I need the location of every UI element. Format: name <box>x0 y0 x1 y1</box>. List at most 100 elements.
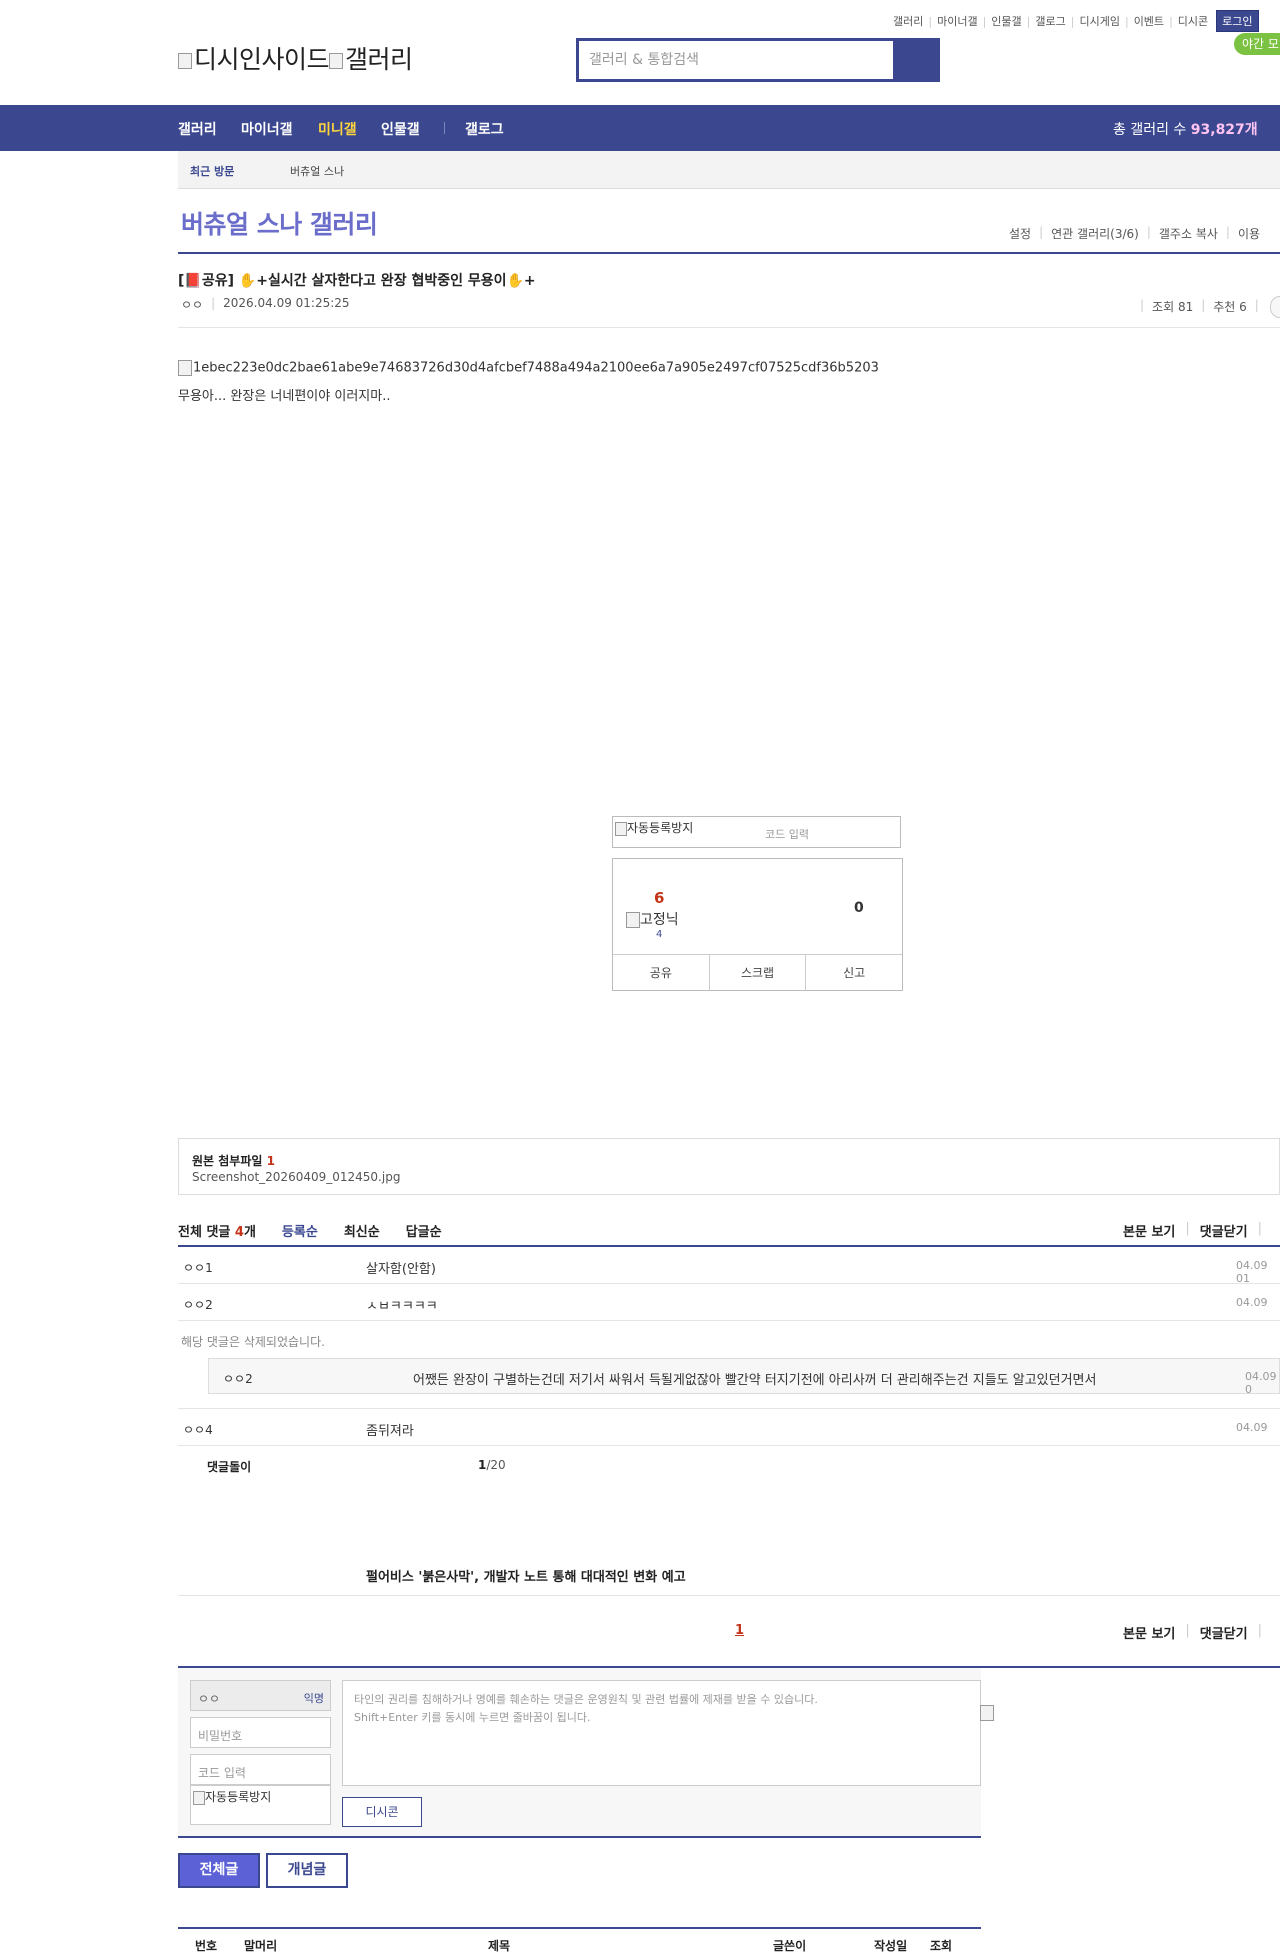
recent-visit-bar: 최근 방문 버츄얼 스나 <box>178 151 1280 189</box>
tab-best-posts[interactable]: 개념글 <box>266 1853 348 1888</box>
scrap-button[interactable]: 스크랩 <box>710 955 807 991</box>
comment-row: ㅇㅇ2 ㅅㅂㅋㅋㅋㅋ 04.09 <box>178 1284 1280 1321</box>
post-title: [📕공유] ✋+실시간 살자한다고 완장 협박중인 무용이✋+ <box>178 273 536 289</box>
reply-text: 어쨌든 완장이 구별하는건데 저기서 싸워서 득될게없잖아 빨간약 터지기전에 … <box>413 1373 1097 1388</box>
code-field[interactable]: 코드 입력 <box>190 1754 331 1785</box>
post-image: 1ebec223e0dc2bae61abe9e74683726d30d4afcb… <box>178 360 879 376</box>
post-header-divider <box>178 327 1280 328</box>
gallery-settings-link[interactable]: 설정 <box>1009 225 1031 242</box>
login-button[interactable]: 로그인 <box>1216 10 1259 32</box>
comment-date: 04.09 <box>1236 1296 1268 1309</box>
share-button[interactable]: 공유 <box>613 955 710 991</box>
downvote-count[interactable]: 0 <box>854 900 864 916</box>
gallery-title[interactable]: 버츄얼 스나 갤러리 <box>181 205 378 241</box>
total-gallery-count: 총 갤러리 수 93,827개 <box>1113 122 1258 138</box>
comment-date: 04.09 01 <box>1236 1259 1268 1285</box>
top-util-menu: 갤러리 | 마이너갤 | 인물갤 | 갤로그 | 디시게임 | 이벤트 | 디시콘 로그인 <box>893 10 1259 32</box>
comment-nick[interactable]: ㅇㅇ2 <box>183 1296 213 1313</box>
col-number: 번호 <box>195 1939 218 1953</box>
close-comments-link[interactable]: 댓글닫기 <box>1200 1623 1248 1642</box>
fixed-nick-count: 4 <box>656 929 663 940</box>
sort-latest[interactable]: 최신순 <box>344 1221 380 1240</box>
password-field[interactable]: 비밀번호 <box>190 1717 331 1748</box>
site-logo[interactable]: 디시인사이드 갤러리 <box>178 40 413 76</box>
post-body-text: 무용아... 완장은 너네편이야 이러지마.. <box>178 389 391 404</box>
comment-total: 전체 댓글 4개 <box>178 1225 256 1240</box>
col-title: 제목 <box>488 1939 511 1953</box>
reply-date: 04.09 0 <box>1245 1370 1277 1396</box>
post-meta: ㅇㅇ | 2026.04.09 01:25:25 <box>181 296 350 313</box>
comment-text: 살자함(안함) <box>366 1262 436 1277</box>
broken-image-icon <box>178 360 192 376</box>
comment-nick[interactable]: ㅇㅇ1 <box>183 1259 213 1276</box>
tab-all-posts[interactable]: 전체글 <box>178 1853 260 1888</box>
total-gallery-value: 93,827개 <box>1190 122 1258 138</box>
search-box <box>576 38 940 82</box>
util-link-gallog[interactable]: 갤로그 <box>1035 13 1065 29</box>
util-link-event[interactable]: 이벤트 <box>1134 13 1164 29</box>
post-datetime: 2026.04.09 01:25:25 <box>223 296 350 310</box>
comment-shortcut-button[interactable] <box>1270 296 1280 318</box>
logo-dc-text: 디시인사이드 <box>194 45 330 74</box>
util-link-person[interactable]: 인물갤 <box>991 13 1021 29</box>
close-comments-link[interactable]: 댓글닫기 <box>1200 1221 1248 1240</box>
util-link-dccon[interactable]: 디시콘 <box>1178 13 1208 29</box>
nav-mini[interactable]: 미니갤 <box>318 119 357 139</box>
post-author[interactable]: ㅇㅇ <box>181 296 203 313</box>
nav-person[interactable]: 인물갤 <box>381 119 420 139</box>
sort-registered[interactable]: 등록순 <box>282 1221 318 1240</box>
list-top-line <box>178 1927 981 1929</box>
fixed-nick-upvote-icon[interactable]: 고정닉 <box>626 909 679 929</box>
view-body-link[interactable]: 본문 보기 <box>1123 1221 1175 1240</box>
attachment-title: 원본 첨부파일 1 <box>192 1154 275 1168</box>
broken-image-icon <box>329 53 344 69</box>
night-mode-toggle[interactable]: 야간 모 <box>1234 33 1280 55</box>
comment-page-current[interactable]: 1 <box>735 1623 744 1638</box>
comment-textarea[interactable]: 타인의 권리를 침해하거나 명예를 훼손하는 댓글은 운영원칙 및 관련 법률에… <box>342 1680 981 1786</box>
news-headline[interactable]: 펄어비스 '붉은사막', 개발자 노트 통해 대대적인 변화 예고 <box>366 1566 686 1585</box>
comment-nick[interactable]: ㅇㅇ4 <box>183 1421 213 1438</box>
upvote-count[interactable]: 6 <box>654 889 664 907</box>
gallery-title-divider <box>178 252 1280 254</box>
attachment-count: 1 <box>266 1154 275 1168</box>
nav-gallog[interactable]: 갤로그 <box>465 119 504 139</box>
post-recommend-count: 추천 6 <box>1213 300 1247 314</box>
util-link-gallery[interactable]: 갤러리 <box>893 13 923 29</box>
related-gallery-link[interactable]: 연관 갤러리(3/6) <box>1051 225 1139 242</box>
comment-text: 좀뒤져라 <box>366 1424 414 1439</box>
comment-text: ㅅㅂㅋㅋㅋㅋ <box>366 1299 438 1314</box>
recent-visit-gallery[interactable]: 버츄얼 스나 <box>290 163 344 179</box>
comment-write-box: ㅇㅇ 익명 비밀번호 코드 입력 자동등록방지 타인의 권리를 침해하거나 명예를… <box>178 1668 981 1838</box>
dccon-button[interactable]: 디시콘 <box>342 1797 422 1827</box>
broken-image-icon <box>615 821 627 836</box>
attachment-file-link[interactable]: Screenshot_20260409_012450.jpg <box>192 1170 400 1184</box>
sort-replies[interactable]: 답글순 <box>406 1221 442 1240</box>
comment-header: 전체 댓글 4개 등록순 최신순 답글순 <box>178 1221 442 1240</box>
recent-visit-label[interactable]: 최근 방문 <box>190 163 234 179</box>
copy-url-link[interactable]: 갤주소 복사 <box>1159 225 1218 242</box>
col-date: 작성일 <box>874 1939 908 1953</box>
comment-notice-1: 타인의 권리를 침해하거나 명예를 훼손하는 댓글은 운영원칙 및 관련 법률에… <box>354 1693 818 1706</box>
broken-image-icon <box>626 912 640 928</box>
write-captcha-image: 자동등록방지 <box>190 1785 331 1825</box>
usage-link[interactable]: 이용 <box>1238 225 1260 242</box>
logo-gallery-text: 갤러리 <box>345 45 413 74</box>
search-button[interactable] <box>893 41 937 79</box>
view-body-link[interactable]: 본문 보기 <box>1123 1623 1175 1642</box>
post-image-alt: 1ebec223e0dc2bae61abe9e74683726d30d4afcb… <box>193 360 879 376</box>
util-link-game[interactable]: 디시게임 <box>1079 13 1119 29</box>
col-writer: 글쓴이 <box>773 1939 807 1953</box>
col-head: 말머리 <box>244 1939 278 1953</box>
nickname-field[interactable]: ㅇㅇ 익명 <box>190 1680 331 1711</box>
news-divider <box>178 1595 1280 1596</box>
reply-nick[interactable]: ㅇㅇ2 <box>223 1370 253 1387</box>
captcha-image: 자동등록방지 <box>615 819 693 836</box>
nav-minor[interactable]: 마이너갤 <box>241 119 293 139</box>
search-input[interactable] <box>579 41 899 79</box>
attachment-box: 원본 첨부파일 1 Screenshot_20260409_012450.jpg <box>178 1138 1280 1195</box>
captcha-input[interactable]: 코드 입력 <box>765 826 809 842</box>
nav-gallery[interactable]: 갤러리 <box>178 119 217 139</box>
report-button[interactable]: 신고 <box>806 955 902 991</box>
util-link-minor[interactable]: 마이너갤 <box>937 13 977 29</box>
nav-divider <box>444 122 445 134</box>
